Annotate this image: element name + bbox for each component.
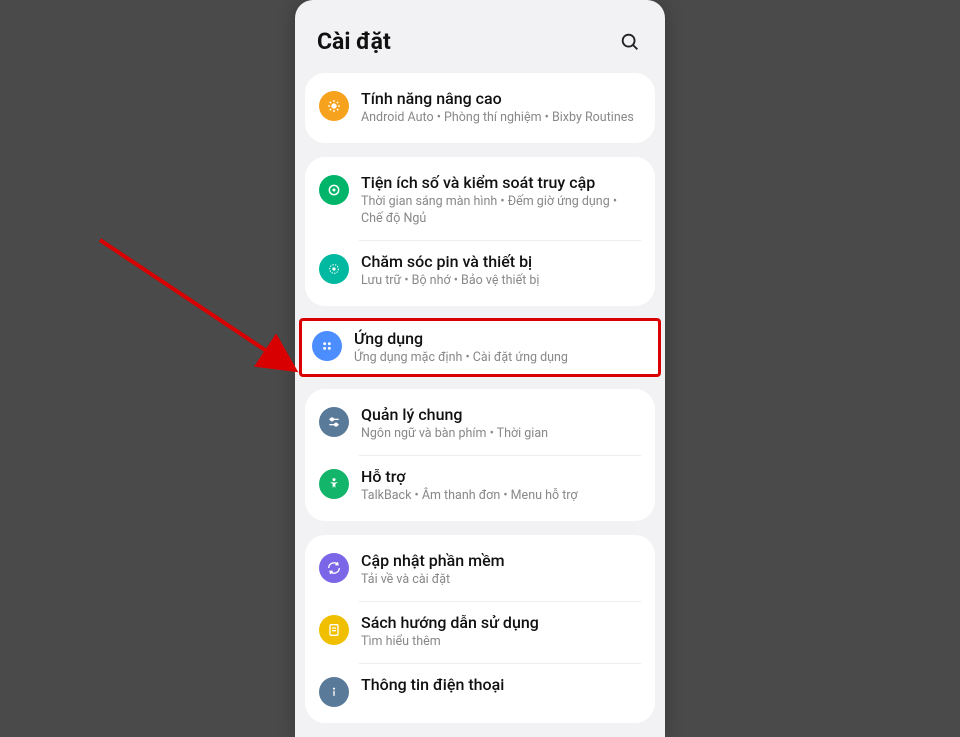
manual-icon — [319, 615, 349, 645]
settings-item-general[interactable]: Quản lý chung Ngôn ngữ và bàn phím • Thờ… — [305, 393, 655, 455]
gear-plus-icon — [319, 91, 349, 121]
item-subtitle: Ứng dụng mặc định • Cài đặt ứng dụng — [354, 350, 648, 367]
apps-icon — [312, 331, 342, 361]
settings-group: Tiện ích số và kiểm soát truy cập Thời g… — [305, 157, 655, 306]
annotation-arrow — [90, 230, 320, 400]
item-text: Tiện ích số và kiểm soát truy cập Thời g… — [361, 173, 641, 228]
item-title: Tiện ích số và kiểm soát truy cập — [361, 173, 641, 192]
item-text: Hỗ trợ TalkBack • Âm thanh đơn • Menu hỗ… — [361, 467, 641, 505]
item-subtitle: Thời gian sáng màn hình • Đếm giờ ứng dụ… — [361, 194, 641, 228]
settings-item-update[interactable]: Cập nhật phần mềm Tải về và cài đặt — [305, 539, 655, 601]
settings-group: Tính năng nâng cao Android Auto • Phòng … — [305, 73, 655, 143]
item-subtitle: Tìm hiểu thêm — [361, 634, 641, 651]
item-subtitle: Lưu trữ • Bộ nhớ • Bảo vệ thiết bị — [361, 273, 641, 290]
item-text: Quản lý chung Ngôn ngữ và bàn phím • Thờ… — [361, 405, 641, 443]
item-title: Hỗ trợ — [361, 467, 641, 486]
settings-group: Cập nhật phần mềm Tải về và cài đặt Sách… — [305, 535, 655, 723]
item-subtitle: Tải về và cài đặt — [361, 572, 641, 589]
sliders-icon — [319, 407, 349, 437]
accessibility-icon — [319, 469, 349, 499]
device-care-icon — [319, 254, 349, 284]
settings-item-advanced[interactable]: Tính năng nâng cao Android Auto • Phòng … — [305, 77, 655, 139]
item-text: Tính năng nâng cao Android Auto • Phòng … — [361, 89, 641, 127]
item-title: Tính năng nâng cao — [361, 89, 641, 108]
item-text: Cập nhật phần mềm Tải về và cài đặt — [361, 551, 641, 589]
info-icon — [319, 677, 349, 707]
item-title: Ứng dụng — [354, 329, 648, 348]
item-title: Chăm sóc pin và thiết bị — [361, 252, 641, 271]
settings-item-accessibility[interactable]: Hỗ trợ TalkBack • Âm thanh đơn • Menu hỗ… — [305, 455, 655, 517]
item-title: Quản lý chung — [361, 405, 641, 424]
page-title: Cài đặt — [317, 28, 391, 55]
item-title: Sách hướng dẫn sử dụng — [361, 613, 641, 632]
settings-item-apps[interactable]: Ứng dụng Ứng dụng mặc định • Cài đặt ứng… — [299, 318, 661, 378]
item-title: Cập nhật phần mềm — [361, 551, 641, 570]
item-subtitle: Ngôn ngữ và bàn phím • Thời gian — [361, 426, 641, 443]
wellbeing-icon — [319, 175, 349, 205]
settings-group: Quản lý chung Ngôn ngữ và bàn phím • Thờ… — [305, 389, 655, 521]
settings-item-wellbeing[interactable]: Tiện ích số và kiểm soát truy cập Thời g… — [305, 161, 655, 240]
settings-screen: Cài đặt Tính năng nâng cao Android Auto … — [295, 0, 665, 737]
item-text: Chăm sóc pin và thiết bị Lưu trữ • Bộ nh… — [361, 252, 641, 290]
settings-item-device-care[interactable]: Chăm sóc pin và thiết bị Lưu trữ • Bộ nh… — [305, 240, 655, 302]
item-subtitle: TalkBack • Âm thanh đơn • Menu hỗ trợ — [361, 488, 641, 505]
item-subtitle: Android Auto • Phòng thí nghiệm • Bixby … — [361, 110, 641, 127]
header: Cài đặt — [295, 0, 665, 73]
search-button[interactable] — [617, 29, 643, 55]
item-title: Thông tin điện thoại — [361, 675, 641, 694]
settings-item-manual[interactable]: Sách hướng dẫn sử dụng Tìm hiểu thêm — [305, 601, 655, 663]
update-icon — [319, 553, 349, 583]
item-text: Thông tin điện thoại — [361, 675, 641, 696]
search-icon — [619, 31, 641, 53]
settings-item-about[interactable]: Thông tin điện thoại — [305, 663, 655, 719]
item-text: Sách hướng dẫn sử dụng Tìm hiểu thêm — [361, 613, 641, 651]
item-text: Ứng dụng Ứng dụng mặc định • Cài đặt ứng… — [354, 329, 648, 367]
